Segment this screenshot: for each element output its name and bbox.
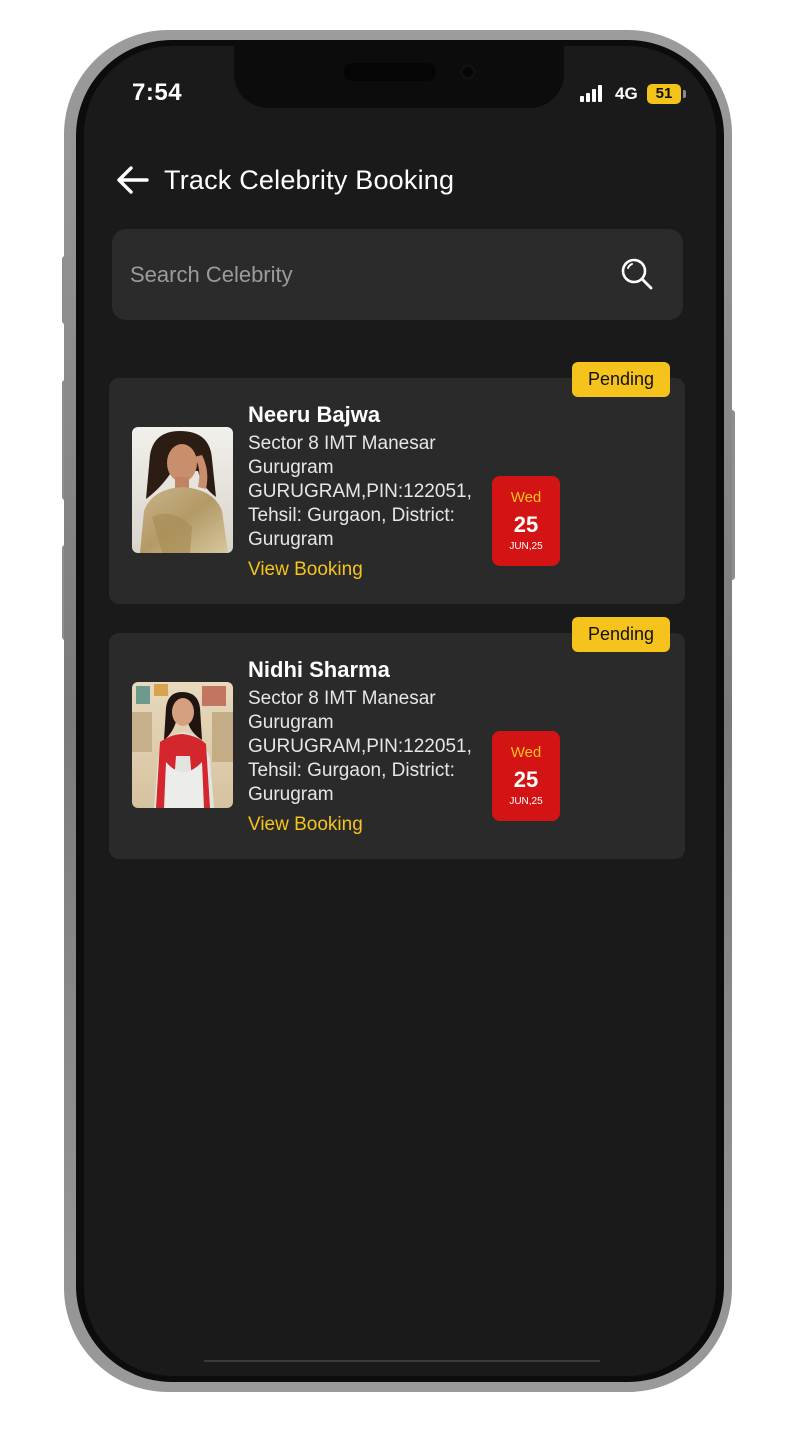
battery-icon: 51 [647, 84, 681, 104]
celebrity-address: Sector 8 IMT Manesar Gurugram GURUGRAM,P… [248, 433, 472, 550]
celebrity-address: Sector 8 IMT Manesar Gurugram GURUGRAM,P… [248, 688, 472, 805]
search-icon[interactable] [619, 256, 655, 292]
app-screen: 7:54 4G 51 Track Celebrity Booking Searc… [84, 46, 716, 1376]
battery-tip [683, 90, 686, 98]
date-weekday: Wed [510, 489, 542, 506]
view-booking-link[interactable]: View Booking [248, 559, 363, 581]
home-indicator [204, 1360, 600, 1362]
booking-card[interactable]: Neeru Bajwa Sector 8 IMT Manesar Gurugra… [109, 378, 685, 604]
signal-icon [580, 84, 606, 102]
app-header: Track Celebrity Booking [112, 156, 454, 204]
date-month-year: JUN,25 [509, 796, 543, 807]
celebrity-name: Neeru Bajwa [248, 402, 381, 427]
status-time: 7:54 [132, 79, 183, 106]
phone-mockup: 7:54 4G 51 Track Celebrity Booking Searc… [0, 0, 807, 1437]
date-weekday: Wed [510, 744, 542, 761]
search-input[interactable] [128, 251, 592, 299]
speaker-grille [344, 63, 436, 81]
celebrity-photo [132, 682, 233, 808]
booking-card[interactable]: Nidhi Sharma Sector 8 IMT Manesar Gurugr… [109, 633, 685, 859]
date-month-year: JUN,25 [509, 541, 543, 552]
search-bar [112, 229, 683, 320]
booking-date-tile: Wed 25 JUN,25 [492, 476, 560, 566]
page-title: Track Celebrity Booking [164, 164, 455, 195]
notch [234, 46, 564, 108]
view-booking-link[interactable]: View Booking [248, 814, 363, 836]
back-button[interactable] [112, 160, 152, 200]
booking-date-tile: Wed 25 JUN,25 [492, 731, 560, 821]
date-day: 25 [513, 767, 539, 792]
celebrity-photo [132, 427, 233, 553]
date-day: 25 [513, 512, 539, 537]
network-label: 4G [615, 84, 638, 103]
status-badge: Pending [572, 617, 670, 652]
celebrity-name: Nidhi Sharma [248, 657, 390, 682]
arrow-left-icon [117, 166, 149, 194]
front-camera [460, 64, 476, 80]
status-badge: Pending [572, 362, 670, 397]
